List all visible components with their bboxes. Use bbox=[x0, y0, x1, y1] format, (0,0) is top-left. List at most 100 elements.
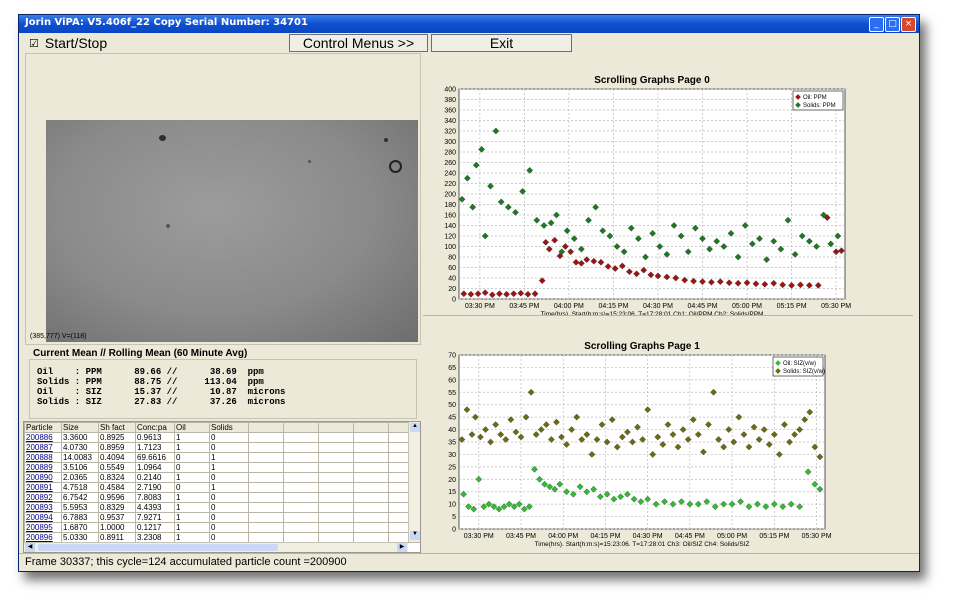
graph-panel-0: Scrolling Graphs Page 0 0 20 40 60 80 100 120 14… bbox=[421, 53, 915, 318]
exit-button[interactable]: Exit bbox=[431, 34, 572, 52]
table-cell: 0.9613 bbox=[135, 432, 175, 443]
particle-id-cell[interactable]: 200887 bbox=[24, 442, 62, 453]
particle-id-cell[interactable]: 200888 bbox=[24, 452, 62, 463]
y-tick-label: 400 bbox=[444, 87, 456, 94]
particle-id-cell[interactable]: 200886 bbox=[24, 432, 62, 443]
particle-table[interactable]: Particle Size Sh fact Conc:pa Oil Solids 2008… bbox=[24, 422, 420, 543]
x-tick-label: 05:00 PM bbox=[717, 533, 747, 540]
x-tick-label: 04:00 PM bbox=[554, 303, 584, 310]
table-cell: 0 bbox=[174, 462, 210, 473]
title-bar[interactable]: Jorin ViPA: V5.406f_22 Copy Serial Numbe… bbox=[19, 15, 919, 33]
y-tick-label: 300 bbox=[444, 139, 456, 146]
particle-table-panel[interactable]: Particle Size Sh fact Conc:pa Oil Solids 2008… bbox=[23, 421, 421, 553]
y-tick-label: 15 bbox=[448, 489, 456, 496]
table-cell: 0.4584 bbox=[98, 482, 136, 493]
scroll-thumb[interactable] bbox=[38, 544, 278, 551]
x-tick-label: 03:30 PM bbox=[464, 533, 494, 540]
table-cell: 1 bbox=[174, 492, 210, 503]
particle-id-cell[interactable]: 200893 bbox=[24, 502, 62, 513]
x-tick-label: 05:30 PM bbox=[821, 303, 851, 310]
column-header[interactable] bbox=[318, 422, 354, 433]
stats-row-solids-ppm: Solids : PPM 88.75 // 113.04 ppm bbox=[37, 377, 264, 387]
table-row[interactable]: 200890 2.0365 0.8324 0.2140 1 0 bbox=[24, 472, 420, 483]
particle-id-cell[interactable]: 200892 bbox=[24, 492, 62, 503]
column-header[interactable]: Size bbox=[61, 422, 99, 433]
table-row[interactable]: 200896 5.0330 0.8911 3.2308 1 0 bbox=[24, 532, 420, 543]
table-cell bbox=[353, 462, 389, 473]
table-row[interactable]: 200887 4.0730 0.8959 1.7123 1 0 bbox=[24, 442, 420, 453]
table-cell: 1 bbox=[209, 482, 249, 493]
vertical-scrollbar[interactable]: ▲ ▼ bbox=[408, 422, 420, 542]
column-header[interactable]: Oil bbox=[174, 422, 210, 433]
table-row[interactable]: 200894 6.7883 0.9537 7.9271 1 0 bbox=[24, 512, 420, 523]
table-cell bbox=[318, 472, 354, 483]
chart-title: Scrolling Graphs Page 1 bbox=[584, 341, 700, 352]
column-header[interactable] bbox=[283, 422, 319, 433]
table-cell: 0.5549 bbox=[98, 462, 136, 473]
particle-id-cell[interactable]: 200896 bbox=[24, 532, 62, 543]
start-stop-checkbox[interactable]: ☑ Start/Stop bbox=[29, 34, 107, 52]
table-cell bbox=[318, 462, 354, 473]
table-cell: 0.9537 bbox=[98, 512, 136, 523]
table-cell: 14.0083 bbox=[61, 452, 99, 463]
status-text: Frame 30337; this cycle=124 accumulated … bbox=[25, 556, 347, 568]
table-row[interactable]: 200889 3.5106 0.5549 1.0964 0 1 bbox=[24, 462, 420, 473]
y-tick-label: 320 bbox=[444, 129, 456, 136]
checkbox-check-icon[interactable]: ☑ bbox=[29, 37, 39, 50]
minimize-icon[interactable]: _ bbox=[869, 17, 884, 32]
particle-id-cell[interactable]: 200889 bbox=[24, 462, 62, 473]
table-row[interactable]: 200895 1.6870 1.0000 0.1217 1 0 bbox=[24, 522, 420, 533]
y-tick-label: 80 bbox=[448, 255, 456, 262]
table-cell: 2.0365 bbox=[61, 472, 99, 483]
table-cell bbox=[248, 532, 284, 543]
scroll-up-icon[interactable]: ▲ bbox=[410, 423, 420, 432]
particle-id-cell[interactable]: 200890 bbox=[24, 472, 62, 483]
column-header[interactable] bbox=[353, 422, 389, 433]
control-menus-button[interactable]: Control Menus >> bbox=[289, 34, 428, 52]
x-tick-label: 03:45 PM bbox=[509, 303, 539, 310]
scroll-left-icon[interactable]: ◀ bbox=[25, 543, 35, 552]
table-row[interactable]: 200892 6.7542 0.9596 7.8083 1 0 bbox=[24, 492, 420, 503]
table-row[interactable]: 200886 3.3600 0.8925 0.9613 1 0 bbox=[24, 432, 420, 443]
table-cell: 0.8959 bbox=[98, 442, 136, 453]
table-cell bbox=[283, 532, 319, 543]
table-row[interactable]: 200893 5.5953 0.8329 4.4393 1 0 bbox=[24, 502, 420, 513]
maximize-icon[interactable]: □ bbox=[885, 17, 900, 32]
table-cell: 1 bbox=[174, 472, 210, 483]
scroll-right-icon[interactable]: ▶ bbox=[397, 543, 407, 552]
stats-row-oil-siz: Oil : SIZ 15.37 // 10.87 microns bbox=[37, 387, 286, 397]
main-window: Jorin ViPA: V5.406f_22 Copy Serial Numbe… bbox=[18, 14, 920, 572]
particle-id-cell[interactable]: 200894 bbox=[24, 512, 62, 523]
particle-id-cell[interactable]: 200891 bbox=[24, 482, 62, 493]
x-tick-label: 05:15 PM bbox=[777, 303, 807, 310]
particle-id-cell[interactable]: 200895 bbox=[24, 522, 62, 533]
y-tick-label: 340 bbox=[444, 118, 456, 125]
y-tick-label: 280 bbox=[444, 150, 456, 157]
column-header[interactable]: Particle bbox=[24, 422, 62, 433]
table-cell: 0 bbox=[174, 452, 210, 463]
x-tick-label: 03:30 PM bbox=[465, 303, 495, 310]
table-cell bbox=[353, 452, 389, 463]
table-cell: 0 bbox=[209, 512, 249, 523]
y-tick-label: 180 bbox=[444, 202, 456, 209]
column-header[interactable]: Conc:pa bbox=[135, 422, 175, 433]
table-cell bbox=[283, 502, 319, 513]
table-cell bbox=[353, 442, 389, 453]
table-row[interactable]: 200891 4.7518 0.4584 2.7190 0 1 bbox=[24, 482, 420, 493]
table-cell bbox=[318, 452, 354, 463]
x-tick-label: 03:45 PM bbox=[506, 533, 536, 540]
horizontal-scrollbar[interactable]: ◀ ▶ bbox=[24, 542, 408, 552]
column-header[interactable]: Sh fact bbox=[98, 422, 136, 433]
scroll-down-icon[interactable]: ▼ bbox=[410, 531, 420, 540]
table-row[interactable]: 200888 14.0083 0.4094 69.6616 0 1 bbox=[24, 452, 420, 463]
table-cell bbox=[318, 442, 354, 453]
table-cell: 3.2308 bbox=[135, 532, 175, 543]
scrolling-graph-page-1: Scrolling Graphs Page 1 0 5 10 15 20 25 30 35 40 4… bbox=[448, 341, 831, 548]
column-header[interactable] bbox=[248, 422, 284, 433]
close-icon[interactable]: × bbox=[901, 17, 916, 32]
column-header[interactable]: Solids bbox=[209, 422, 249, 433]
pixel-readout: (385,777) V=(118) bbox=[30, 333, 87, 340]
table-cell: 3.5106 bbox=[61, 462, 99, 473]
table-cell bbox=[248, 522, 284, 533]
table-cell: 0 bbox=[209, 442, 249, 453]
